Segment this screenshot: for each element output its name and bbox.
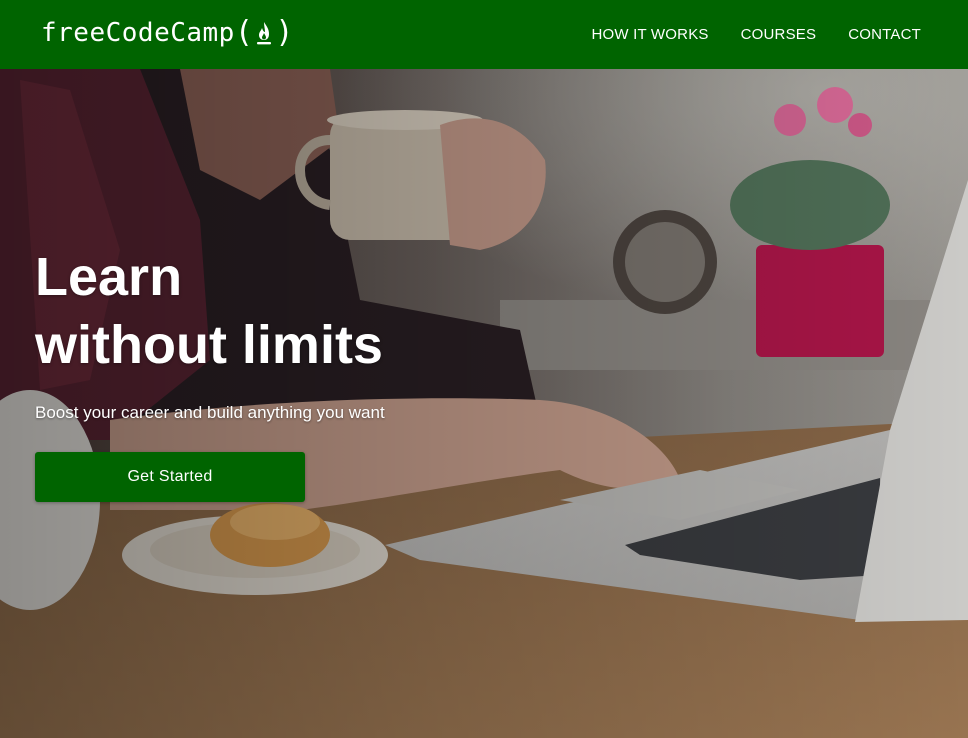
freecodecamp-logo[interactable]: freeCodeCamp ( ): [41, 13, 294, 53]
nav-link-contact[interactable]: CONTACT: [848, 26, 921, 43]
logo-open-paren: (: [234, 15, 254, 50]
hero-title-line-2: without limits: [35, 315, 383, 375]
nav-link-how-it-works[interactable]: HOW IT WORKS: [591, 26, 708, 43]
logo-close-paren: ): [275, 15, 294, 50]
landing-page: freeCodeCamp ( ) HOW IT WORKS COURSES CO…: [0, 0, 968, 738]
flame-icon: [257, 22, 272, 45]
top-navbar: freeCodeCamp ( ) HOW IT WORKS COURSES CO…: [0, 0, 968, 69]
main-nav: HOW IT WORKS COURSES CONTACT: [591, 0, 921, 69]
hero-section: Learn without limits Boost your career a…: [0, 69, 968, 738]
logo-text: freeCodeCamp: [41, 18, 235, 48]
hero-title: Learn without limits: [35, 243, 383, 379]
nav-link-courses[interactable]: COURSES: [741, 26, 817, 43]
get-started-button[interactable]: Get Started: [35, 452, 305, 502]
hero-subtitle: Boost your career and build anything you…: [35, 403, 385, 422]
hero-title-line-1: Learn: [35, 247, 183, 307]
